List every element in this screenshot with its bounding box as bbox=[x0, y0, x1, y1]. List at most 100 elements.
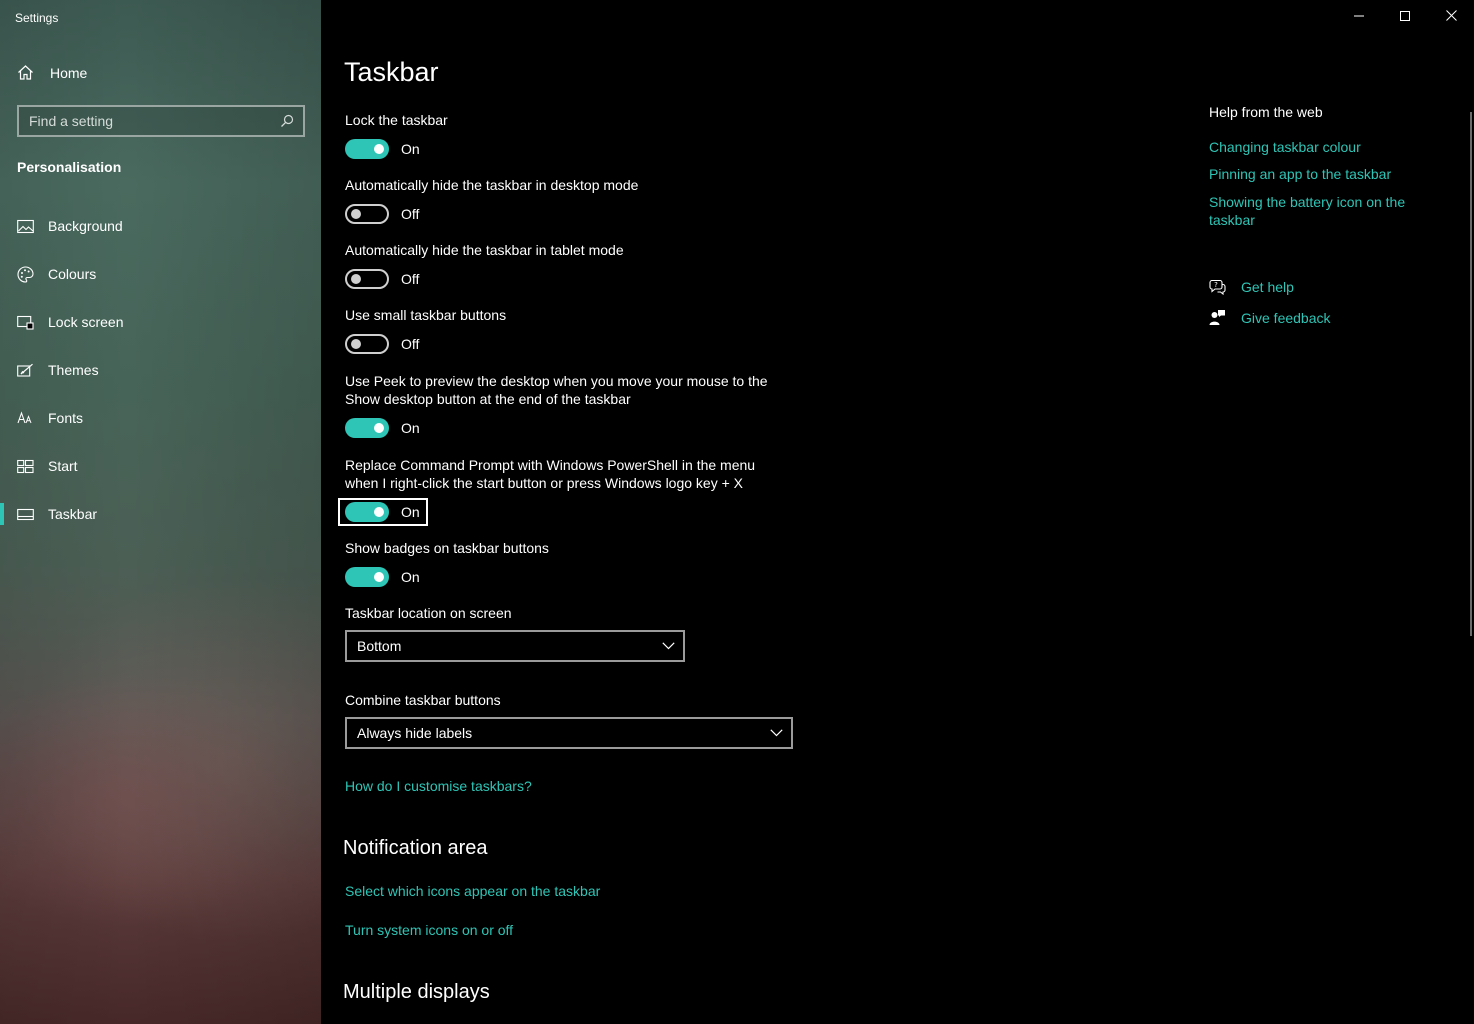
sidebar-item-label: Background bbox=[48, 218, 123, 234]
sidebar-item-taskbar[interactable]: Taskbar bbox=[0, 490, 321, 538]
sidebar-item-start[interactable]: Start bbox=[0, 442, 321, 490]
combine-buttons-label: Combine taskbar buttons bbox=[345, 692, 501, 708]
toggle-knob bbox=[374, 144, 384, 154]
sidebar-item-background[interactable]: Background bbox=[0, 202, 321, 250]
home-button[interactable]: Home bbox=[17, 64, 87, 81]
help-link-taskbar-colour[interactable]: Changing taskbar colour bbox=[1209, 138, 1429, 156]
toggle-powershell[interactable]: On bbox=[345, 502, 420, 522]
toggle-knob bbox=[351, 274, 361, 284]
close-button[interactable] bbox=[1428, 0, 1474, 34]
sidebar-item-colours[interactable]: Colours bbox=[0, 250, 321, 298]
setting-label-powershell: Replace Command Prompt with Windows Powe… bbox=[345, 456, 755, 492]
maximize-icon bbox=[1400, 8, 1410, 26]
svg-text:?: ? bbox=[1214, 281, 1218, 289]
close-icon bbox=[1445, 8, 1457, 26]
give-feedback-button[interactable]: Give feedback bbox=[1209, 309, 1331, 326]
sidebar-item-lock-screen[interactable]: Lock screen bbox=[0, 298, 321, 346]
get-help-button[interactable]: ? Get help bbox=[1209, 278, 1294, 295]
minimize-icon bbox=[1354, 8, 1364, 26]
setting-label-autohide-tablet: Automatically hide the taskbar in tablet… bbox=[345, 242, 624, 258]
give-feedback-label: Give feedback bbox=[1241, 309, 1331, 326]
home-label: Home bbox=[50, 64, 88, 81]
toggle-knob bbox=[351, 209, 361, 219]
home-icon bbox=[17, 64, 34, 81]
combine-buttons-dropdown[interactable]: Always hide labels bbox=[345, 717, 793, 749]
toggle-switch[interactable] bbox=[345, 139, 389, 159]
feedback-icon bbox=[1209, 309, 1226, 326]
themes-brush-icon bbox=[17, 362, 34, 379]
sidebar-item-label: Taskbar bbox=[48, 506, 98, 522]
scrollbar[interactable] bbox=[1470, 112, 1472, 636]
toggle-peek[interactable]: On bbox=[345, 418, 420, 438]
toggle-switch[interactable] bbox=[345, 502, 389, 522]
setting-label-lock-taskbar: Lock the taskbar bbox=[345, 112, 448, 128]
toggle-state: On bbox=[401, 504, 420, 520]
sidebar-nav: Background Colours Lock screen Themes Fo… bbox=[0, 202, 321, 538]
setting-label-line: Use Peek to preview the desktop when you… bbox=[345, 373, 768, 389]
toggle-lock-taskbar[interactable]: On bbox=[345, 139, 420, 159]
toggle-knob bbox=[351, 339, 361, 349]
toggle-small-buttons[interactable]: Off bbox=[345, 334, 419, 354]
setting-label-badges: Show badges on taskbar buttons bbox=[345, 540, 549, 556]
toggle-state: On bbox=[401, 141, 420, 157]
toggle-state: Off bbox=[401, 271, 420, 287]
multiple-displays-title: Multiple displays bbox=[343, 981, 490, 1003]
maximize-button[interactable] bbox=[1382, 0, 1428, 34]
toggle-switch[interactable] bbox=[345, 204, 389, 224]
get-help-label: Get help bbox=[1241, 278, 1294, 295]
toggle-autohide-desktop[interactable]: Off bbox=[345, 204, 419, 224]
setting-label-line: Show desktop button at the end of the ta… bbox=[345, 391, 631, 407]
search-input[interactable] bbox=[29, 113, 269, 129]
sidebar-item-fonts[interactable]: Fonts bbox=[0, 394, 321, 442]
toggle-switch[interactable] bbox=[345, 334, 389, 354]
toggle-knob bbox=[374, 423, 384, 433]
sidebar-item-themes[interactable]: Themes bbox=[0, 346, 321, 394]
setting-label-autohide-desktop: Automatically hide the taskbar in deskto… bbox=[345, 177, 639, 193]
toggle-badges[interactable]: On bbox=[345, 567, 420, 587]
toggle-switch[interactable] bbox=[345, 418, 389, 438]
lock-screen-icon bbox=[17, 314, 34, 331]
toggle-state: Off bbox=[401, 206, 420, 222]
toggle-autohide-tablet[interactable]: Off bbox=[345, 269, 419, 289]
sidebar: Settings Home Personalisation Background… bbox=[0, 0, 321, 1024]
sidebar-item-label: Start bbox=[48, 458, 78, 474]
toggle-state: Off bbox=[401, 336, 420, 352]
setting-label-line: Replace Command Prompt with Windows Powe… bbox=[345, 457, 756, 473]
sidebar-item-label: Themes bbox=[48, 362, 99, 378]
app-title: Settings bbox=[15, 11, 59, 25]
setting-label-small-buttons: Use small taskbar buttons bbox=[345, 307, 507, 323]
fonts-icon bbox=[17, 410, 34, 427]
system-icons-link[interactable]: Turn system icons on or off bbox=[345, 922, 513, 938]
setting-label-line: when I right-click the start button or p… bbox=[345, 475, 744, 491]
search-box[interactable] bbox=[17, 105, 305, 137]
main-content: Taskbar Lock the taskbar On Automaticall… bbox=[321, 0, 1474, 1024]
toggle-knob bbox=[374, 507, 384, 517]
dropdown-value: Bottom bbox=[357, 638, 402, 654]
select-icons-link[interactable]: Select which icons appear on the taskbar bbox=[345, 883, 600, 899]
chevron-down-icon bbox=[770, 724, 783, 742]
customise-taskbars-link[interactable]: How do I customise taskbars? bbox=[345, 778, 532, 794]
image-icon bbox=[17, 218, 34, 235]
taskbar-location-dropdown[interactable]: Bottom bbox=[345, 630, 685, 662]
sidebar-item-label: Lock screen bbox=[48, 314, 124, 330]
start-tiles-icon bbox=[17, 458, 34, 475]
section-label-personalisation: Personalisation bbox=[17, 159, 122, 175]
taskbar-location-label: Taskbar location on screen bbox=[345, 605, 512, 621]
window-controls bbox=[1336, 0, 1474, 34]
help-link-battery-icon[interactable]: Showing the battery icon on the taskbar bbox=[1209, 193, 1429, 229]
taskbar-icon bbox=[17, 506, 34, 523]
search-icon[interactable] bbox=[278, 113, 295, 130]
minimize-button[interactable] bbox=[1336, 0, 1382, 34]
sidebar-item-label: Colours bbox=[48, 266, 97, 282]
help-link-pinning-app[interactable]: Pinning an app to the taskbar bbox=[1209, 165, 1429, 183]
palette-icon bbox=[17, 265, 34, 283]
toggle-switch[interactable] bbox=[345, 269, 389, 289]
toggle-state: On bbox=[401, 420, 420, 436]
toggle-state: On bbox=[401, 569, 420, 585]
notification-area-title: Notification area bbox=[343, 837, 488, 859]
chevron-down-icon bbox=[662, 637, 675, 655]
toggle-switch[interactable] bbox=[345, 567, 389, 587]
toggle-knob bbox=[374, 572, 384, 582]
page-title: Taskbar bbox=[344, 57, 439, 87]
setting-label-peek: Use Peek to preview the desktop when you… bbox=[345, 372, 768, 408]
